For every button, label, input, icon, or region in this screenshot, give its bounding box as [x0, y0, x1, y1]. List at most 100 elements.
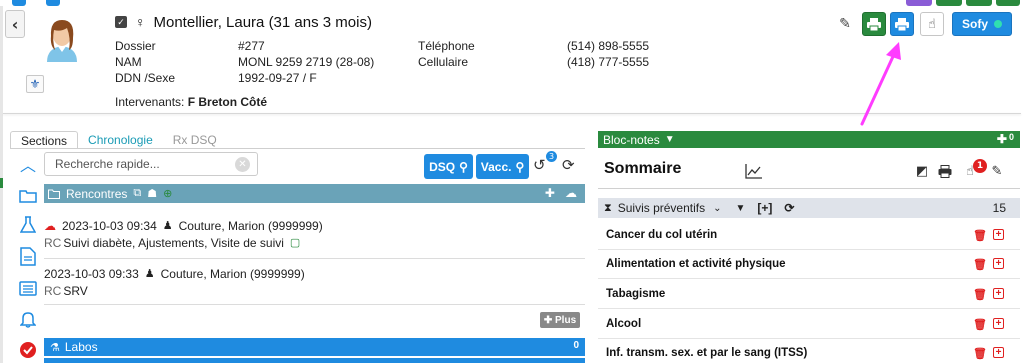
chevron-up-icon: ︿ — [19, 156, 36, 175]
encounter-type: RC — [44, 283, 62, 298]
field-value: (514) 898-5555 — [567, 39, 650, 53]
fleur-de-lys-button[interactable]: ⚜ — [26, 75, 44, 93]
dsq-label: DSQ — [429, 159, 456, 174]
suivi-actions: 🗑 + — [973, 229, 1004, 242]
patient-title: ✓ ♀ Montellier, Laura (31 ans 3 mois) — [115, 12, 372, 32]
bloc-notes-header[interactable]: Bloc-notes ▼ ✚ 0 — [598, 131, 1020, 148]
edit-summary-button[interactable]: ✎ — [990, 163, 1004, 179]
refresh-icon[interactable]: ⟳ — [784, 201, 794, 215]
folder-icon — [48, 189, 60, 199]
encounter-item[interactable]: 2023-10-03 09:33 ♟ Couture, Marion (9999… — [44, 265, 585, 299]
bell-icon — [20, 312, 36, 328]
folder-nav[interactable] — [18, 186, 38, 206]
add-icon[interactable]: + — [993, 258, 1004, 269]
suivis-preventifs-header[interactable]: ⧗ Suivis préventifs ⌄ ▼ [+] ⟳ 15 — [598, 198, 1020, 218]
labs-nav[interactable] — [18, 215, 38, 235]
add-icon[interactable]: + — [993, 318, 1004, 329]
plus-icon[interactable]: ✚ — [545, 186, 555, 200]
add-icon[interactable]: + — [993, 347, 1004, 358]
field-value: MONL 9259 2719 (28-08) — [238, 55, 375, 69]
filter-icon[interactable]: ▼ — [736, 203, 746, 214]
vaccination-button[interactable]: Vacc. ⚲ — [476, 154, 529, 179]
patient-name: Montellier, Laura (31 ans 3 mois) — [153, 13, 372, 31]
trash-icon[interactable]: 🗑 — [973, 229, 987, 242]
cloud-outline-icon: ☁ — [44, 218, 56, 233]
edit-button[interactable]: ✎ — [837, 12, 853, 36]
suivi-actions: 🗑 + — [973, 288, 1004, 301]
trend-chart-icon[interactable] — [745, 163, 763, 179]
chevron-down-icon[interactable]: ⌄ — [713, 203, 721, 214]
tab-sections[interactable]: Sections — [10, 131, 79, 149]
suivi-item[interactable]: Alimentation et activité physique 🗑 + — [598, 250, 1020, 279]
add-suivi-button[interactable]: [+] — [757, 201, 772, 215]
suivi-label: Inf. transm. sex. et par le sang (ITSS) — [606, 347, 808, 359]
encounter-item[interactable]: ☁ 2023-10-03 09:34 ♟ Couture, Marion (99… — [44, 217, 585, 251]
collapse-button[interactable]: ︿ — [18, 154, 38, 175]
sofy-label: Sofy — [961, 17, 988, 31]
copy-icon[interactable]: ⧉ — [133, 187, 141, 200]
labos-header[interactable]: ⚗ Labos 0 — [44, 338, 585, 356]
suivi-label: Tabagisme — [606, 288, 666, 300]
top-tab-fragment[interactable] — [966, 0, 992, 6]
encounter-detail: SRV — [63, 283, 88, 298]
sommaire-divider — [598, 188, 1020, 189]
checkbox-icon[interactable]: ✓ — [115, 16, 127, 28]
section-tabs: Sections Chronologie Rx DSQ — [10, 131, 227, 149]
list-nav[interactable] — [18, 278, 38, 298]
filter-icon[interactable]: ▼ — [665, 134, 675, 145]
dsq-button[interactable]: DSQ ⚲ — [424, 154, 473, 179]
back-button[interactable]: ‹ — [5, 10, 25, 38]
add-icon[interactable]: + — [993, 229, 1004, 240]
add-icon[interactable]: + — [993, 288, 1004, 299]
row-divider — [44, 304, 585, 305]
note-icon[interactable]: ▢ — [290, 236, 300, 249]
open-external-button[interactable]: ◩ — [915, 163, 929, 179]
row-divider — [44, 258, 585, 259]
top-tab-fragment[interactable] — [936, 0, 962, 6]
hand-icon: ☝ — [928, 16, 936, 32]
tasks-nav[interactable] — [18, 340, 38, 360]
encounter-type: RC — [44, 235, 62, 250]
clear-search-button[interactable]: ✕ — [235, 157, 250, 172]
user-icon: ♟ — [162, 220, 173, 232]
encounter-person: Couture, Marion (9999999) — [178, 218, 323, 233]
trash-icon[interactable]: 🗑 — [973, 347, 987, 360]
plus-icon[interactable]: ✚ — [997, 132, 1007, 146]
suivi-item[interactable]: Cancer du col utérin 🗑 + — [598, 221, 1020, 250]
quick-search-input[interactable]: Recherche rapide... — [44, 152, 258, 176]
sofy-button[interactable]: Sofy — [952, 12, 1012, 36]
intervenants-label: Intervenants: — [115, 95, 185, 109]
alerts-nav[interactable] — [18, 309, 38, 329]
trash-icon[interactable]: 🗑 — [973, 258, 987, 271]
flask-icon: ⚗ — [50, 341, 60, 354]
intervenants: Intervenants: F Breton Côté — [115, 94, 267, 110]
cloud-icon[interactable]: ☁ — [565, 186, 577, 200]
tab-rx-dsq[interactable]: Rx DSQ — [163, 131, 227, 149]
print-blue-button[interactable] — [890, 12, 914, 36]
more-button[interactable]: ✚ Plus — [540, 312, 580, 328]
top-tab-fragment[interactable] — [906, 0, 932, 6]
top-tab-fragment[interactable] — [996, 0, 1020, 6]
suivi-item[interactable]: Alcool 🗑 + — [598, 310, 1020, 339]
tab-chronologie[interactable]: Chronologie — [78, 131, 163, 149]
consent-button[interactable]: ☝ — [920, 12, 944, 36]
top-tab-fragment[interactable] — [46, 0, 60, 6]
top-tab-fragment[interactable] — [12, 0, 26, 6]
group-icon[interactable]: ☗ — [147, 187, 157, 200]
trash-icon[interactable]: 🗑 — [973, 318, 987, 331]
vacc-label: Vacc. — [480, 159, 512, 174]
print-green-button[interactable] — [862, 12, 886, 36]
print-summary-button[interactable] — [937, 163, 953, 179]
refresh-icon: ⟳ — [562, 156, 575, 174]
trash-icon[interactable]: 🗑 — [973, 288, 987, 301]
bloc-notes-actions: ✚ 0 — [997, 132, 1014, 146]
left-edge-rail — [0, 6, 3, 363]
bloc-notes-count: 0 — [1008, 132, 1014, 142]
suivi-item[interactable]: Tabagisme 🗑 + — [598, 280, 1020, 309]
check-circle-icon — [20, 342, 36, 358]
globe-icon[interactable]: ⊕ — [163, 187, 172, 200]
suivi-item[interactable]: Inf. transm. sex. et par le sang (ITSS) … — [598, 339, 1020, 363]
refresh-button[interactable]: ⟳ — [562, 156, 578, 174]
rencontres-header[interactable]: Rencontres ⧉ ☗ ⊕ ✚ ☁ — [44, 184, 585, 203]
documents-nav[interactable] — [18, 246, 38, 266]
